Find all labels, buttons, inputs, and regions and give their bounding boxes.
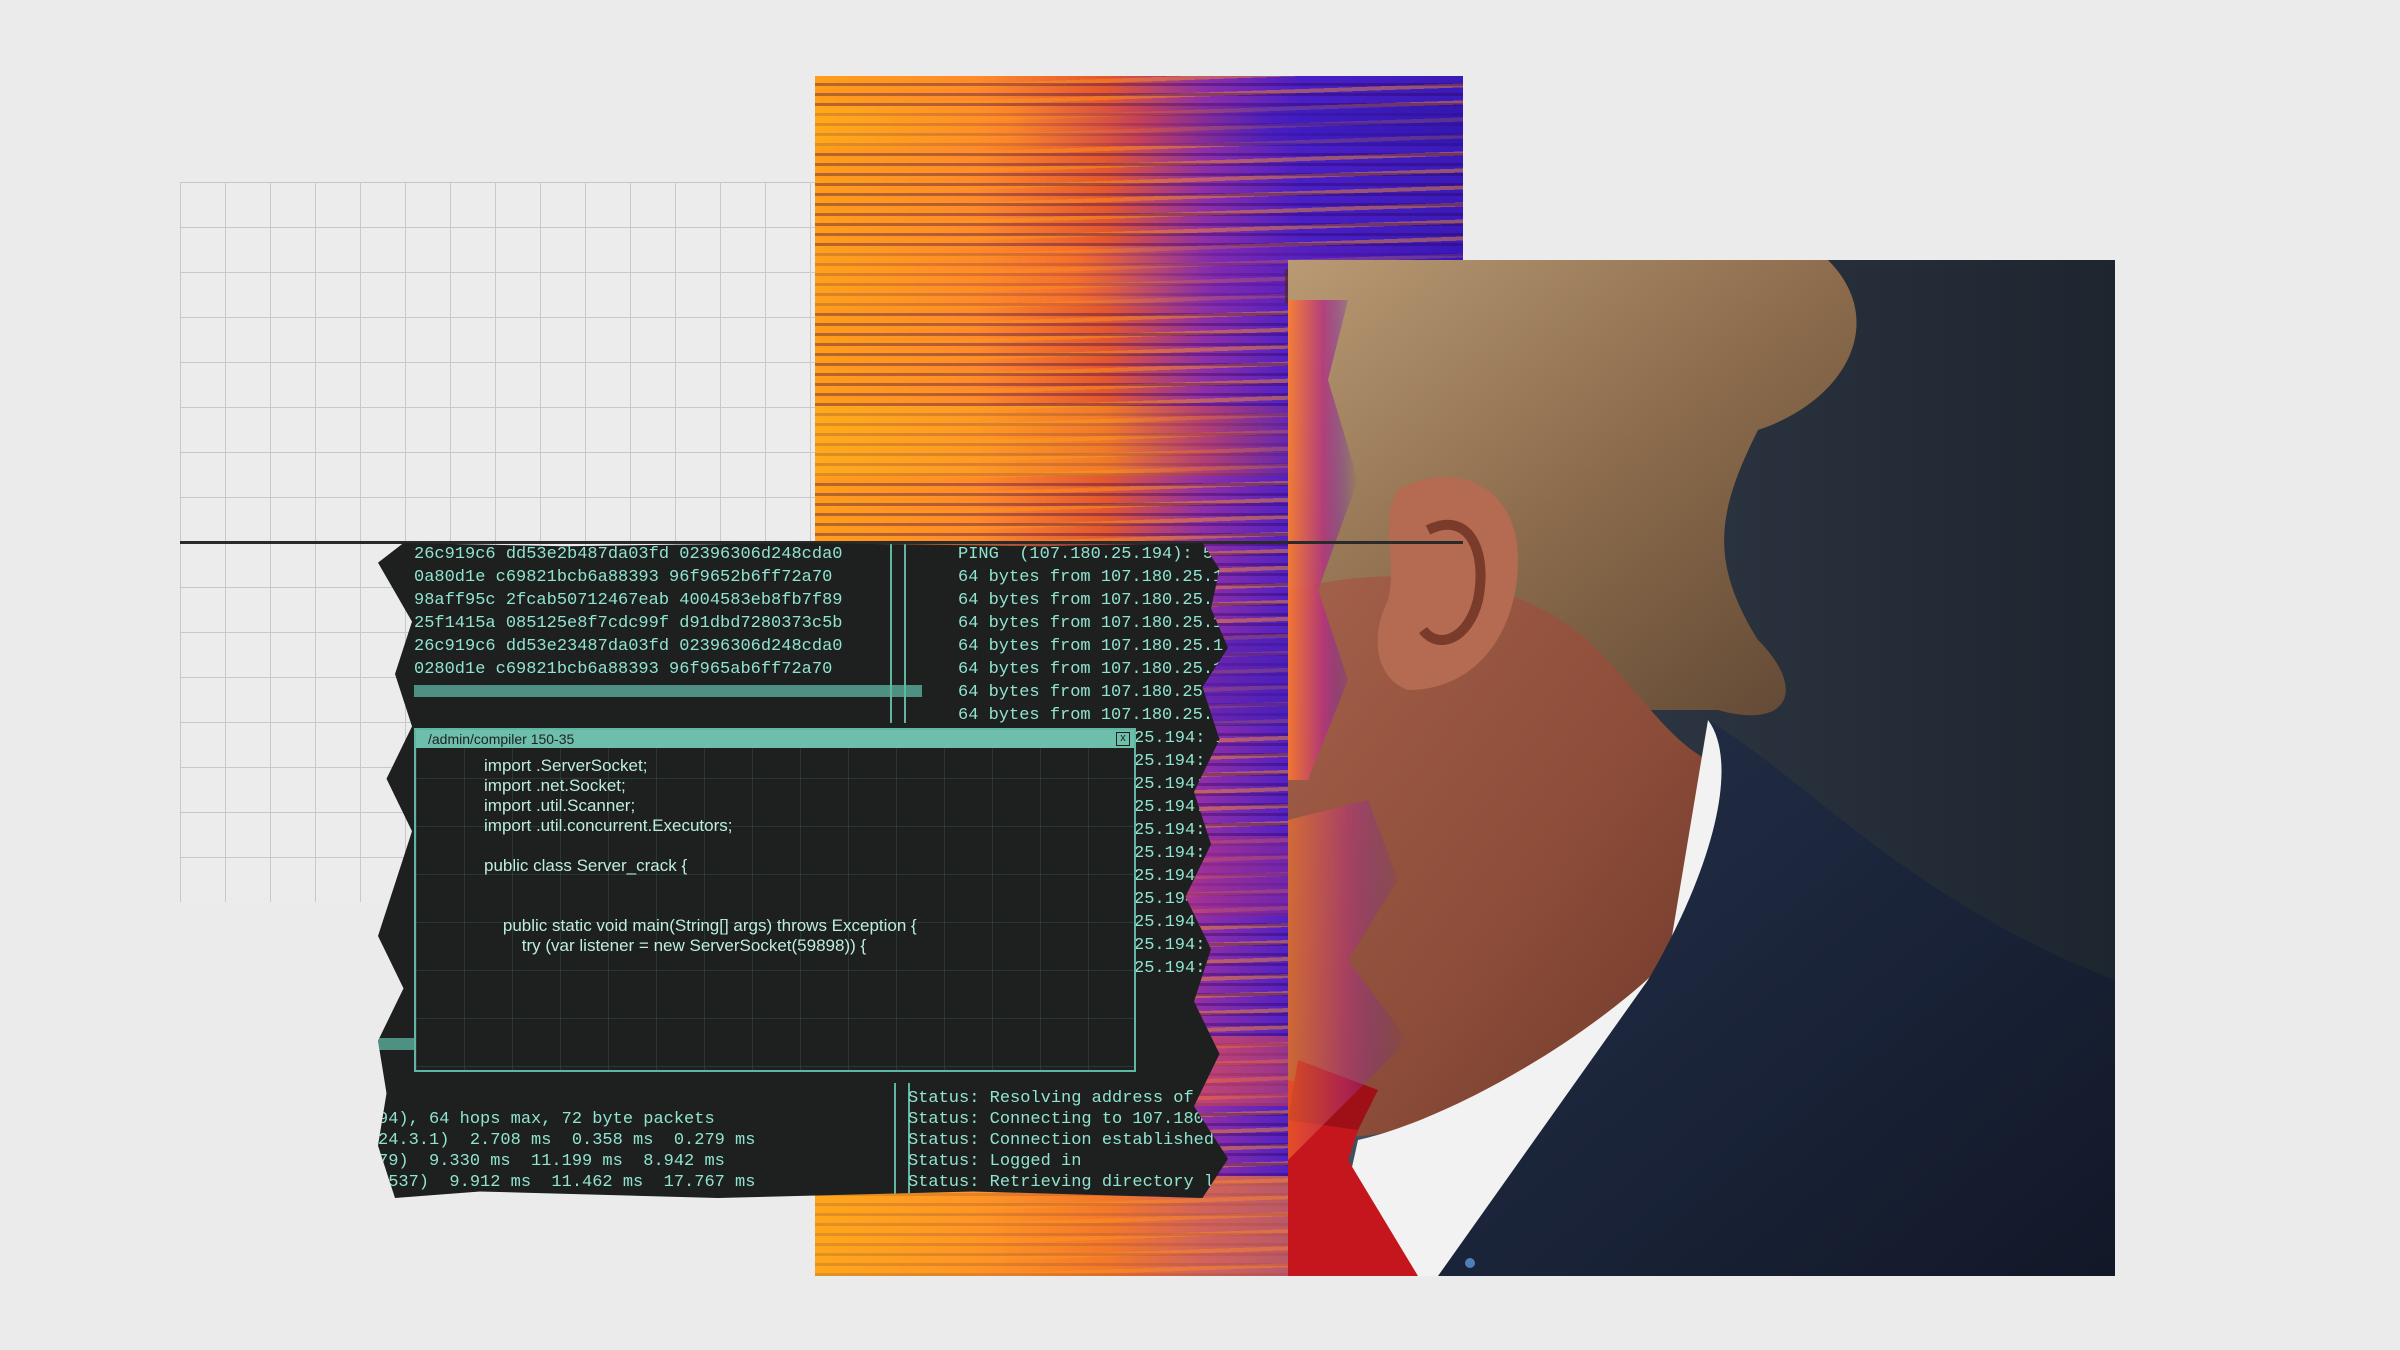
- close-icon[interactable]: x: [1116, 732, 1130, 746]
- ping-line: 64 bytes from 107.180.25.1: [958, 637, 1224, 656]
- compiler-title: /admin/compiler 150-35: [428, 731, 575, 747]
- code-line: public static void main(String[] args) t…: [484, 916, 917, 935]
- traceroute-line: .537) 9.912 ms 11.462 ms 17.767 ms: [378, 1173, 756, 1192]
- hash-line: 26c919c6 dd53e2b487da03fd 02396306d248cd…: [414, 545, 843, 564]
- ping-tail-line: 25.194:: [1134, 844, 1206, 863]
- window-bar: [378, 1038, 414, 1050]
- status-line: Status: Connection established...: [908, 1131, 1245, 1150]
- traceroute-line: 79) 9.330 ms 11.199 ms 8.942 ms: [378, 1152, 725, 1171]
- ping-line: 64 bytes from 107.180.25.1: [958, 568, 1224, 587]
- pane-divider: [894, 1083, 896, 1198]
- ping-line: 64 bytes from 107.180.25.1: [958, 591, 1224, 610]
- ping-line: 64 bytes from 107.180.25.194: [958, 683, 1244, 702]
- ping-tail-line: 25.194:: [1134, 821, 1206, 840]
- traceroute-line: 24.3.1) 2.708 ms 0.358 ms 0.279 ms: [378, 1131, 756, 1150]
- compiler-body: import .ServerSocket; import .net.Socket…: [416, 748, 1134, 1070]
- hash-line: 26c919c6 dd53e23487da03fd 02396306d248cd…: [414, 637, 843, 656]
- status-line: Status: Logged in: [908, 1152, 1082, 1171]
- code-line: import .ServerSocket;: [484, 756, 648, 775]
- hash-line: 0280d1e c69821bcb6a88393 96f965ab6ff72a7…: [414, 660, 833, 679]
- hash-line: 25f1415a 085125e8f7cdc99f d91dbd7280373c…: [414, 614, 843, 633]
- code-line: import .net.Socket;: [484, 776, 626, 795]
- code-line: import .util.Scanner;: [484, 796, 636, 815]
- compiler-titlebar: /admin/compiler 150-35 x: [416, 730, 1134, 748]
- code-line: import .util.concurrent.Executors;: [484, 816, 733, 835]
- ping-line: 64 bytes from 107.180.25.1: [958, 614, 1224, 633]
- hash-line: 0a80d1e c69821bcb6a88393 96f9652b6ff72a7…: [414, 568, 833, 587]
- portrait-photo: [1288, 260, 2115, 1276]
- traceroute-line: 94), 64 hops max, 72 byte packets: [378, 1110, 715, 1129]
- terminal-collage: 26c919c6 dd53e2b487da03fd 02396306d248cd…: [378, 543, 1228, 1198]
- ping-line: 64 bytes from 107.180.25.19: [958, 660, 1234, 679]
- compiler-window: /admin/compiler 150-35 x import .ServerS…: [414, 728, 1136, 1072]
- code-line: try (var listener = new ServerSocket(598…: [484, 936, 867, 955]
- window-bar: [414, 685, 922, 697]
- hash-line: 98aff95c 2fcab50712467eab 4004583eb8fb7f…: [414, 591, 843, 610]
- code-line: public class Server_crack {: [484, 856, 688, 875]
- ping-line: PING (107.180.25.194): 56: [958, 545, 1224, 564]
